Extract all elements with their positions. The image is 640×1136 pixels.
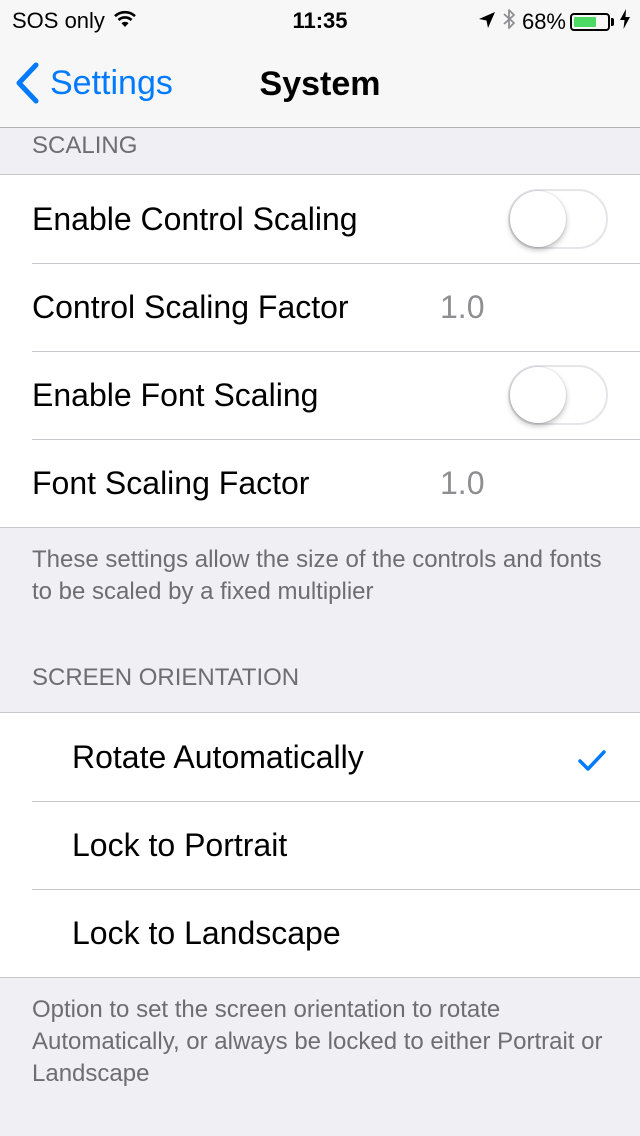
orientation-group: Rotate Automatically Lock to Portrait Lo… xyxy=(0,712,640,978)
row-label: Enable Font Scaling xyxy=(32,376,319,413)
control-scaling-toggle[interactable] xyxy=(508,189,608,249)
battery-percent: 68% xyxy=(521,9,566,34)
page-title: System xyxy=(259,65,381,103)
toggle-knob xyxy=(510,191,566,247)
section-header-scaling: SCALING xyxy=(32,132,138,159)
checkmark-icon xyxy=(578,743,606,780)
row-enable-font-scaling: Enable Font Scaling xyxy=(0,351,640,439)
settings-content[interactable]: SCALING Enable Control Scaling Control S… xyxy=(0,128,640,1090)
row-enable-control-scaling: Enable Control Scaling xyxy=(0,175,640,263)
section-footer-orientation: Option to set the screen orientation to … xyxy=(32,996,603,1087)
section-footer-scaling: These settings allow the size of the con… xyxy=(32,546,602,605)
row-label: Control Scaling Factor xyxy=(32,288,349,325)
battery-cap xyxy=(611,18,614,26)
status-right: 68% xyxy=(472,8,630,36)
control-scaling-factor-value[interactable]: 1.0 xyxy=(440,289,484,326)
bluetooth-icon xyxy=(502,8,516,36)
battery-fill xyxy=(574,17,596,27)
font-scaling-factor-value[interactable]: 1.0 xyxy=(440,465,484,502)
battery-icon xyxy=(570,13,614,31)
toggle-knob xyxy=(510,367,566,423)
charging-bolt-icon xyxy=(620,9,630,35)
option-lock-to-portrait[interactable]: Lock to Portrait xyxy=(0,801,640,889)
row-label: Enable Control Scaling xyxy=(32,200,358,237)
row-label: Lock to Portrait xyxy=(72,826,288,863)
option-lock-to-landscape[interactable]: Lock to Landscape xyxy=(0,889,640,977)
navigation-bar: Settings System xyxy=(0,40,640,128)
location-arrow-icon xyxy=(478,9,496,35)
font-scaling-toggle[interactable] xyxy=(508,365,608,425)
section-header-orientation: SCREEN ORIENTATION xyxy=(32,664,300,691)
status-bar: SOS only 11:35 68% xyxy=(0,0,640,40)
row-control-scaling-factor[interactable]: Control Scaling Factor 1.0 xyxy=(0,263,640,351)
row-font-scaling-factor[interactable]: Font Scaling Factor 1.0 xyxy=(0,439,640,527)
row-label: Lock to Landscape xyxy=(72,914,341,951)
row-label: Rotate Automatically xyxy=(72,738,364,775)
battery-body xyxy=(570,13,610,31)
row-label: Font Scaling Factor xyxy=(32,464,310,501)
scaling-group: Enable Control Scaling Control Scaling F… xyxy=(0,174,640,528)
option-rotate-automatically[interactable]: Rotate Automatically xyxy=(0,713,640,801)
